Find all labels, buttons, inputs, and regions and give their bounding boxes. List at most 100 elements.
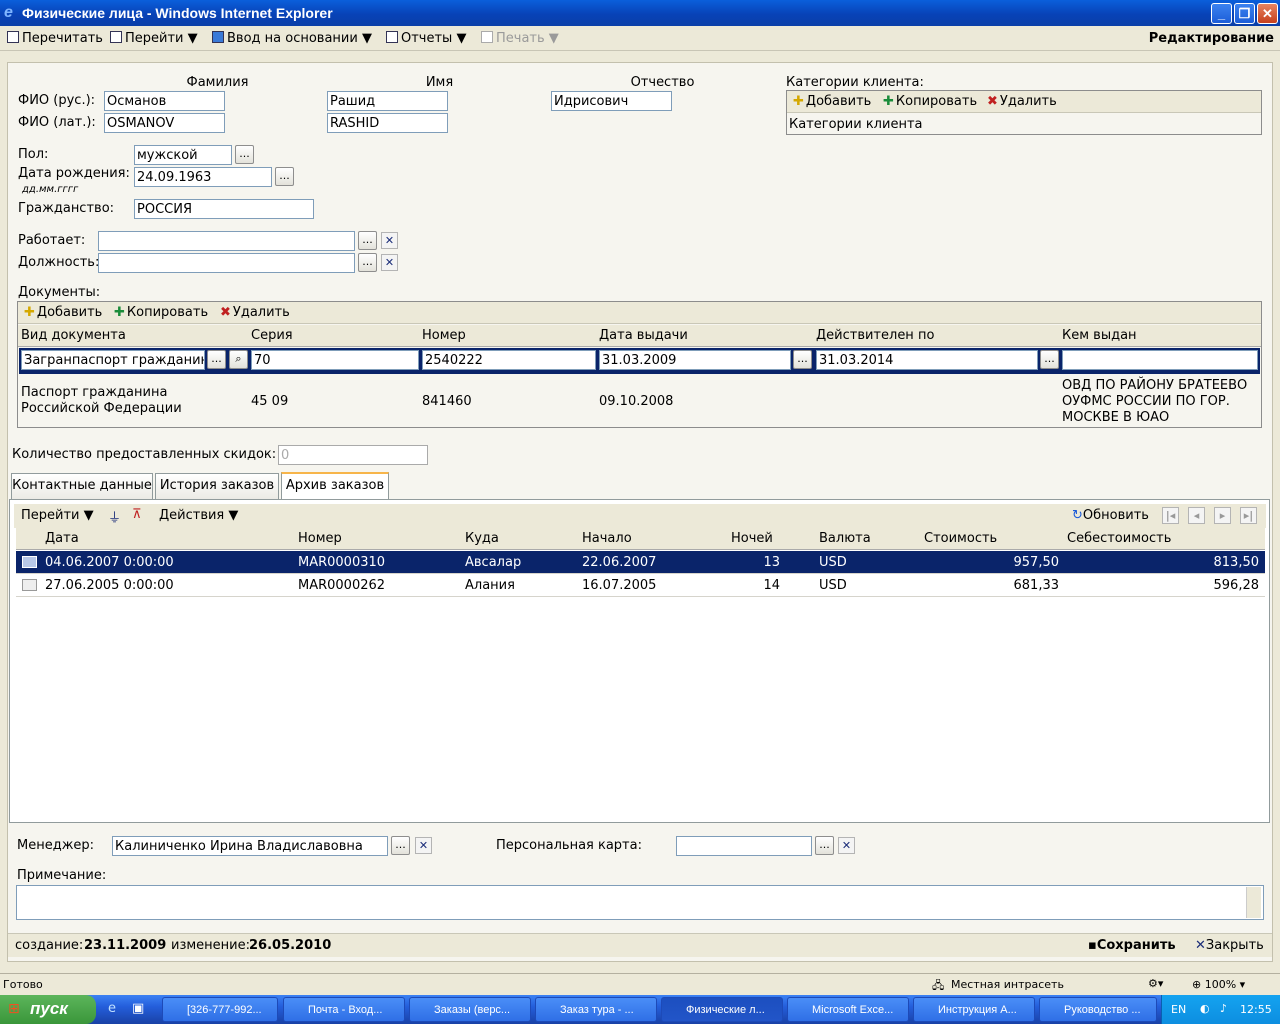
- doc-type-select-button[interactable]: ...: [207, 350, 226, 369]
- taskbar-item-active[interactable]: Физические л...: [661, 997, 783, 1022]
- first-name-rus-field[interactable]: Рашид: [327, 91, 448, 111]
- category-delete-button[interactable]: ✖ Удалить: [987, 94, 1057, 109]
- minimize-button[interactable]: _: [1211, 3, 1232, 24]
- document-copy-button[interactable]: ✚ Копировать: [114, 305, 208, 320]
- tab-order-history[interactable]: История заказов: [155, 473, 279, 499]
- col-cost[interactable]: Стоимость: [924, 531, 997, 546]
- col-selfcost[interactable]: Себестоимость: [1067, 531, 1171, 546]
- birth-date-field[interactable]: 24.09.1963: [134, 167, 272, 187]
- works-clear-button[interactable]: ✕: [381, 232, 398, 249]
- col-date[interactable]: Дата: [45, 531, 79, 546]
- first-page-icon[interactable]: |◂: [1162, 507, 1179, 524]
- prev-page-icon[interactable]: ◂: [1188, 507, 1205, 524]
- doc-issued-picker-button[interactable]: ...: [793, 350, 812, 369]
- taskbar-item[interactable]: [326-777-992...: [162, 997, 278, 1022]
- discounts-field[interactable]: 0: [278, 445, 428, 465]
- print-menu[interactable]: Печать ▼: [481, 30, 559, 48]
- middle-name-rus-field[interactable]: Идрисович: [551, 91, 672, 111]
- col-order-number[interactable]: Номер: [298, 531, 342, 546]
- doc-series-field[interactable]: 70: [251, 350, 419, 370]
- personal-card-clear-button[interactable]: ✕: [838, 837, 855, 854]
- doc-type-field[interactable]: Загранпаспорт гражданин: [21, 350, 205, 370]
- personal-card-select-button[interactable]: ...: [815, 836, 834, 855]
- client-categories-column[interactable]: Категории клиента: [789, 117, 922, 132]
- tab-order-archive[interactable]: Архив заказов: [281, 472, 389, 500]
- order-currency: USD: [819, 578, 847, 593]
- maximize-button[interactable]: ❐: [1234, 3, 1255, 24]
- doc-issued-field[interactable]: 31.03.2009: [599, 350, 791, 370]
- magnifier-icon[interactable]: ⌕: [229, 350, 248, 369]
- works-field[interactable]: [98, 231, 355, 251]
- order-row[interactable]: 27.06.2005 0:00:00 MAR0000262 Алания 16.…: [16, 574, 1265, 597]
- col-issuer[interactable]: Кем выдан: [1062, 328, 1137, 343]
- category-add-button[interactable]: ✚ Добавить: [793, 94, 871, 109]
- orders-actions-menu[interactable]: Действия ▼: [159, 508, 238, 523]
- taskbar-item[interactable]: Почта - Вход...: [283, 997, 405, 1022]
- ie-quicklaunch-icon[interactable]: e: [108, 1001, 116, 1016]
- last-name-rus-field[interactable]: Османов: [104, 91, 225, 111]
- last-page-icon[interactable]: ▸|: [1240, 507, 1257, 524]
- clock[interactable]: 12:55: [1240, 1003, 1272, 1016]
- taskbar-item[interactable]: Microsoft Exce...: [787, 997, 909, 1022]
- zoom-control[interactable]: ⊕ 100% ▾: [1192, 978, 1245, 991]
- birth-date-picker-button[interactable]: ...: [275, 167, 294, 186]
- document-add-button[interactable]: ✚ Добавить: [24, 305, 102, 320]
- personal-card-field[interactable]: [676, 836, 812, 856]
- network-icon[interactable]: ◐: [1200, 1002, 1210, 1015]
- col-start[interactable]: Начало: [582, 531, 632, 546]
- save-button[interactable]: ▪Сохранить: [1088, 938, 1176, 953]
- doc-issuer-field[interactable]: [1062, 350, 1258, 370]
- position-select-button[interactable]: ...: [358, 253, 377, 272]
- citizenship-field[interactable]: РОССИЯ: [134, 199, 314, 219]
- note-textarea[interactable]: [16, 885, 1264, 920]
- document-row[interactable]: Паспорт гражданина Российской Федерации …: [19, 375, 1260, 427]
- gender-select-button[interactable]: ...: [235, 145, 254, 164]
- first-name-lat-field[interactable]: RASHID: [327, 113, 448, 133]
- row-selector-icon: [22, 579, 37, 591]
- col-issued[interactable]: Дата выдачи: [599, 328, 688, 343]
- col-valid[interactable]: Действителен по: [816, 328, 934, 343]
- col-number[interactable]: Номер: [422, 328, 466, 343]
- col-destination[interactable]: Куда: [465, 531, 499, 546]
- last-name-lat-field[interactable]: OSMANOV: [104, 113, 225, 133]
- manager-field[interactable]: Калиниченко Ирина Владиславовна: [112, 836, 388, 856]
- manager-clear-button[interactable]: ✕: [415, 837, 432, 854]
- close-window-button[interactable]: ✕: [1257, 3, 1278, 24]
- tab-contact-data[interactable]: Контактные данные: [11, 473, 153, 499]
- goto-menu[interactable]: Перейти ▼: [110, 30, 198, 48]
- col-series[interactable]: Серия: [251, 328, 293, 343]
- works-select-button[interactable]: ...: [358, 231, 377, 250]
- gender-field[interactable]: мужской: [134, 145, 232, 165]
- manager-select-button[interactable]: ...: [391, 836, 410, 855]
- col-nights[interactable]: Ночей: [731, 531, 773, 546]
- taskbar-item[interactable]: Инструкция А...: [913, 997, 1035, 1022]
- category-copy-button[interactable]: ✚ Копировать: [883, 94, 977, 109]
- input-basis-menu[interactable]: Ввод на основании ▼: [212, 30, 372, 48]
- position-clear-button[interactable]: ✕: [381, 254, 398, 271]
- col-doc-type[interactable]: Вид документа: [21, 328, 126, 343]
- position-field[interactable]: [98, 253, 355, 273]
- document-delete-button[interactable]: ✖ Удалить: [220, 305, 290, 320]
- desktop-quicklaunch-icon[interactable]: ▣: [132, 1001, 144, 1016]
- orders-refresh-button[interactable]: ↻Обновить: [1072, 508, 1149, 523]
- volume-icon[interactable]: ♪: [1220, 1002, 1227, 1015]
- next-page-icon[interactable]: ▸: [1214, 507, 1231, 524]
- order-row[interactable]: 04.06.2007 0:00:00 MAR0000310 Авсалар 22…: [16, 551, 1265, 574]
- close-button[interactable]: ✕Закрыть: [1195, 938, 1264, 953]
- note-scrollbar[interactable]: [1246, 887, 1261, 918]
- orders-goto-menu[interactable]: Перейти ▼: [21, 508, 94, 523]
- document-edit-row[interactable]: Загранпаспорт гражданин ... ⌕ 70 2540222…: [19, 348, 1260, 374]
- col-currency[interactable]: Валюта: [819, 531, 871, 546]
- language-indicator[interactable]: EN: [1171, 1003, 1186, 1016]
- reread-button[interactable]: Перечитать: [7, 30, 103, 48]
- taskbar-item[interactable]: Заказ тура - ...: [535, 997, 657, 1022]
- filter-icon[interactable]: ⏚: [108, 507, 121, 526]
- taskbar-item[interactable]: Заказы (верс...: [409, 997, 531, 1022]
- taskbar-item[interactable]: Руководство ...: [1039, 997, 1157, 1022]
- protected-mode-icon[interactable]: ⚙▾: [1148, 977, 1163, 990]
- doc-valid-picker-button[interactable]: ...: [1040, 350, 1059, 369]
- doc-number-field[interactable]: 2540222: [422, 350, 596, 370]
- reports-menu[interactable]: Отчеты ▼: [386, 30, 466, 48]
- clear-filter-icon[interactable]: ⊼: [132, 507, 142, 522]
- doc-valid-field[interactable]: 31.03.2014: [816, 350, 1038, 370]
